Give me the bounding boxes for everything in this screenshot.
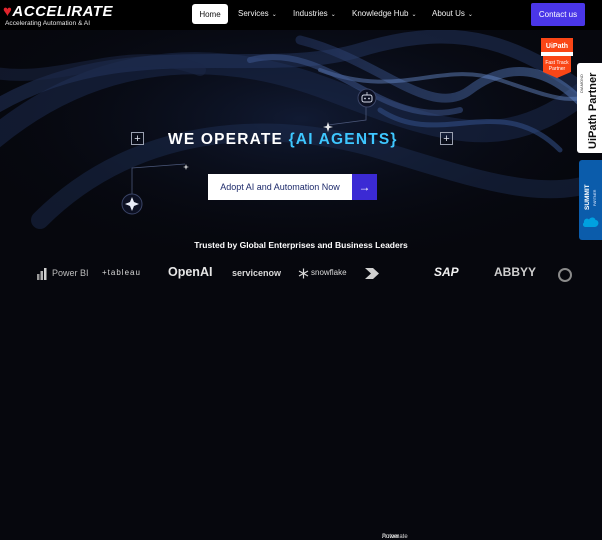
logo-sap: SAP: [434, 265, 459, 279]
summit-label: SUMMIT: [584, 184, 591, 210]
plus-icon: +: [131, 132, 144, 145]
logo-power-bi: Power BI: [52, 268, 89, 278]
brand-name: ♥ACCELIRATE: [3, 3, 113, 20]
summit-partner-badge[interactable]: SUMMIT PARTNER: [579, 160, 602, 240]
hero-headline: WE OPERATE {AI AGENTS}: [168, 131, 398, 148]
nav-home[interactable]: Home: [192, 4, 228, 24]
chevron-down-icon: ⌄: [467, 12, 473, 18]
salesforce-cloud-icon: [582, 217, 599, 227]
brand-tagline: Accelerating Automation & AI: [5, 20, 91, 27]
logo-tableau: +tableau: [102, 268, 141, 277]
brand-logo[interactable]: ♥ACCELIRATE Accelerating Automation & AI: [3, 3, 113, 29]
contact-us-button[interactable]: Contact us: [531, 3, 585, 26]
plus-icon: +: [440, 132, 453, 145]
logo-servicenow: servicenow: [232, 268, 282, 278]
logo-openai: OpenAI: [168, 265, 213, 279]
adopt-ai-button[interactable]: Adopt AI and Automation Now: [208, 174, 352, 200]
logo-snowflake: snowflake: [311, 268, 347, 277]
uipath-fast-track-badge[interactable]: UiPath Fast Track Partner: [539, 38, 575, 78]
headline-accent: {AI AGENTS}: [288, 131, 398, 148]
chevron-down-icon: ⌄: [271, 12, 277, 18]
diamond-partner-badge[interactable]: DIAMOND UiPath Partner: [577, 63, 602, 153]
arrow-right-icon[interactable]: →: [352, 174, 377, 200]
logo-abbyy: ABBYY: [494, 265, 537, 279]
trusted-heading: Trusted by Global Enterprises and Busine…: [194, 240, 408, 250]
nav-knowledge-hub[interactable]: Knowledge Hub ⌄: [352, 9, 417, 18]
nav-industries[interactable]: Industries ⌄: [293, 9, 336, 18]
diamond-label: DIAMOND: [579, 74, 584, 93]
top-navbar: ♥ACCELIRATE Accelerating Automation & AI…: [0, 0, 602, 30]
nav-about-us[interactable]: About Us ⌄: [432, 9, 473, 18]
snowflake-icon: [298, 268, 309, 279]
nav-services[interactable]: Services ⌄: [238, 9, 277, 18]
chevron-down-icon: ⌄: [330, 12, 336, 18]
partial-logo-icon: [558, 268, 572, 282]
uipath-partner-label: UiPath Partner: [587, 72, 599, 149]
partner-text: Partner: [549, 66, 566, 72]
chevron-down-icon: ⌄: [411, 12, 417, 18]
uipath-logo-text: UiPath: [546, 43, 568, 50]
power-bi-icon: [37, 268, 47, 280]
heart-icon: ♥: [3, 3, 13, 20]
power-automate-icon: [365, 268, 379, 279]
summit-partner-label: PARTNER: [593, 189, 597, 206]
sparkle-icon: [121, 193, 143, 215]
robot-icon: [357, 88, 377, 108]
